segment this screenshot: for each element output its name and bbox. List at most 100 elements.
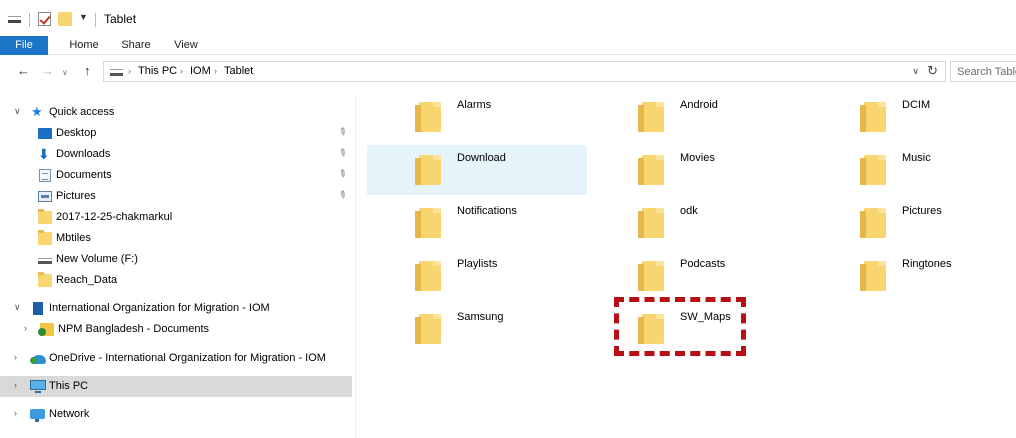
search-input[interactable]: Search Tablet — [950, 61, 1016, 82]
folder-name: Music — [902, 152, 931, 164]
folder-tile-music[interactable]: Music — [812, 145, 1016, 195]
folder-tile-odk[interactable]: odk — [590, 198, 810, 248]
folder-icon — [638, 261, 664, 291]
folder-icon — [38, 272, 52, 287]
computer-icon — [30, 380, 46, 393]
folder-icon — [638, 155, 664, 185]
nav-npm-bangladesh-documents[interactable]: › NPM Bangladesh - Documents — [0, 319, 352, 340]
expand-chevron-icon[interactable]: › — [24, 323, 27, 333]
network-icon — [30, 409, 45, 422]
folder-tile-pictures[interactable]: Pictures — [812, 198, 1016, 248]
breadcrumb-separator-icon[interactable]: › — [214, 66, 217, 76]
nav-label: Mbtiles — [56, 232, 91, 244]
tab-file[interactable]: File — [0, 36, 48, 55]
folder-tile-alarms[interactable]: Alarms — [367, 92, 587, 142]
tab-view[interactable]: View — [170, 36, 202, 55]
breadcrumb-iom[interactable]: IOM — [190, 65, 211, 77]
folder-name: DCIM — [902, 99, 931, 111]
file-list: Alarms Android DCIM Download Movies Musi… — [356, 96, 1016, 438]
nav-label: OneDrive - International Organization fo… — [49, 352, 326, 364]
nav-quick-access[interactable]: ∨ ★ Quick access — [0, 102, 352, 123]
nav-item-documents[interactable]: Documents ✎ — [0, 165, 352, 186]
tab-home[interactable]: Home — [64, 36, 104, 55]
nav-item-new-volume[interactable]: New Volume (F:) — [0, 249, 352, 270]
pin-icon[interactable]: ✎ — [336, 126, 349, 140]
quick-access-toolbar-dropdown-icon[interactable]: ▼ — [79, 12, 88, 22]
folder-name: Ringtones — [902, 258, 952, 270]
nav-item-desktop[interactable]: Desktop ✎ — [0, 123, 352, 144]
onedrive-cloud-icon — [30, 355, 46, 364]
nav-label: Desktop — [56, 127, 97, 139]
folder-tile-download[interactable]: Download — [367, 145, 587, 195]
address-dropdown-icon[interactable]: ∨ — [912, 66, 919, 77]
folder-tile-android[interactable]: Android — [590, 92, 810, 142]
tab-share[interactable]: Share — [118, 36, 154, 55]
recent-locations-chevron-icon[interactable]: ∨ — [62, 66, 68, 80]
nav-label: 2017-12-25-chakmarkul — [56, 211, 173, 223]
nav-label: Network — [49, 408, 90, 420]
folder-tile-playlists[interactable]: Playlists — [367, 251, 587, 301]
nav-item-2017-12-25-chakmarkul[interactable]: 2017-12-25-chakmarkul — [0, 207, 352, 228]
expand-chevron-icon[interactable]: › — [14, 380, 17, 390]
folder-icon — [415, 261, 441, 291]
toolbar-separator — [95, 13, 96, 27]
pin-icon[interactable]: ✎ — [336, 147, 349, 161]
new-folder-icon[interactable] — [58, 12, 72, 26]
star-icon: ★ — [31, 104, 43, 119]
pin-icon[interactable]: ✎ — [336, 189, 349, 203]
nav-onedrive[interactable]: › OneDrive - International Organization … — [0, 348, 352, 369]
breadcrumb-separator-icon[interactable]: › — [180, 66, 183, 76]
nav-item-pictures[interactable]: Pictures ✎ — [0, 186, 352, 207]
folder-tile-podcasts[interactable]: Podcasts — [590, 251, 810, 301]
documents-icon — [39, 169, 51, 182]
desktop-icon — [38, 128, 52, 139]
downloads-icon: ⬇ — [38, 146, 50, 162]
nav-label: NPM Bangladesh - Documents — [58, 323, 210, 335]
pin-icon[interactable]: ✎ — [336, 168, 349, 182]
drive-icon[interactable] — [8, 16, 21, 23]
forward-arrow-icon[interactable]: → — [41, 64, 54, 78]
breadcrumb-tablet[interactable]: Tablet — [224, 65, 253, 77]
folder-name: Notifications — [457, 205, 517, 217]
expand-chevron-icon[interactable]: ∨ — [14, 302, 21, 313]
folder-tile-ringtones[interactable]: Ringtones — [812, 251, 1016, 301]
up-arrow-icon[interactable]: ↑ — [84, 64, 91, 78]
back-arrow-icon[interactable]: ← — [17, 64, 30, 78]
folder-icon — [860, 261, 886, 291]
refresh-icon[interactable]: ↻ — [927, 63, 938, 79]
nav-item-downloads[interactable]: ⬇ Downloads ✎ — [0, 144, 352, 165]
expand-chevron-icon[interactable]: ∨ — [14, 106, 21, 117]
folder-tile-movies[interactable]: Movies — [590, 145, 810, 195]
nav-network[interactable]: › Network — [0, 404, 352, 425]
title-bar: ▼ Tablet — [0, 0, 1016, 36]
folder-icon — [638, 102, 664, 132]
address-bar[interactable]: › This PC › IOM › Tablet ∨ ↻ — [103, 61, 946, 82]
drive-icon — [110, 69, 123, 76]
nav-org-iom[interactable]: ∨ International Organization for Migrati… — [0, 298, 352, 319]
folder-name: Alarms — [457, 99, 492, 111]
nav-item-mbtiles[interactable]: Mbtiles — [0, 228, 352, 249]
folder-name: odk — [680, 205, 698, 217]
folder-tile-dcim[interactable]: DCIM — [812, 92, 1016, 142]
folder-name: Samsung — [457, 311, 504, 323]
nav-label: Pictures — [56, 190, 96, 202]
folder-icon — [415, 208, 441, 238]
highlight-box — [614, 297, 746, 356]
folder-tile-samsung[interactable]: Samsung — [367, 304, 587, 354]
navigation-pane: ∨ ★ Quick access Desktop ✎ ⬇ Downloads ✎… — [0, 96, 355, 438]
breadcrumb-this-pc[interactable]: This PC — [138, 65, 177, 77]
folder-icon — [860, 155, 886, 185]
breadcrumb-separator-icon[interactable]: › — [128, 66, 131, 76]
folder-tile-notifications[interactable]: Notifications — [367, 198, 587, 248]
folder-name: Movies — [680, 152, 715, 164]
folder-icon — [38, 230, 52, 245]
properties-icon[interactable] — [38, 12, 51, 26]
nav-this-pc[interactable]: › This PC — [0, 376, 352, 397]
window-title: Tablet — [104, 12, 137, 26]
nav-item-reach-data[interactable]: Reach_Data — [0, 270, 352, 291]
expand-chevron-icon[interactable]: › — [14, 352, 17, 362]
folder-icon — [38, 209, 52, 224]
nav-label: Documents — [56, 169, 112, 181]
nav-label: New Volume (F:) — [56, 253, 138, 265]
expand-chevron-icon[interactable]: › — [14, 408, 17, 418]
